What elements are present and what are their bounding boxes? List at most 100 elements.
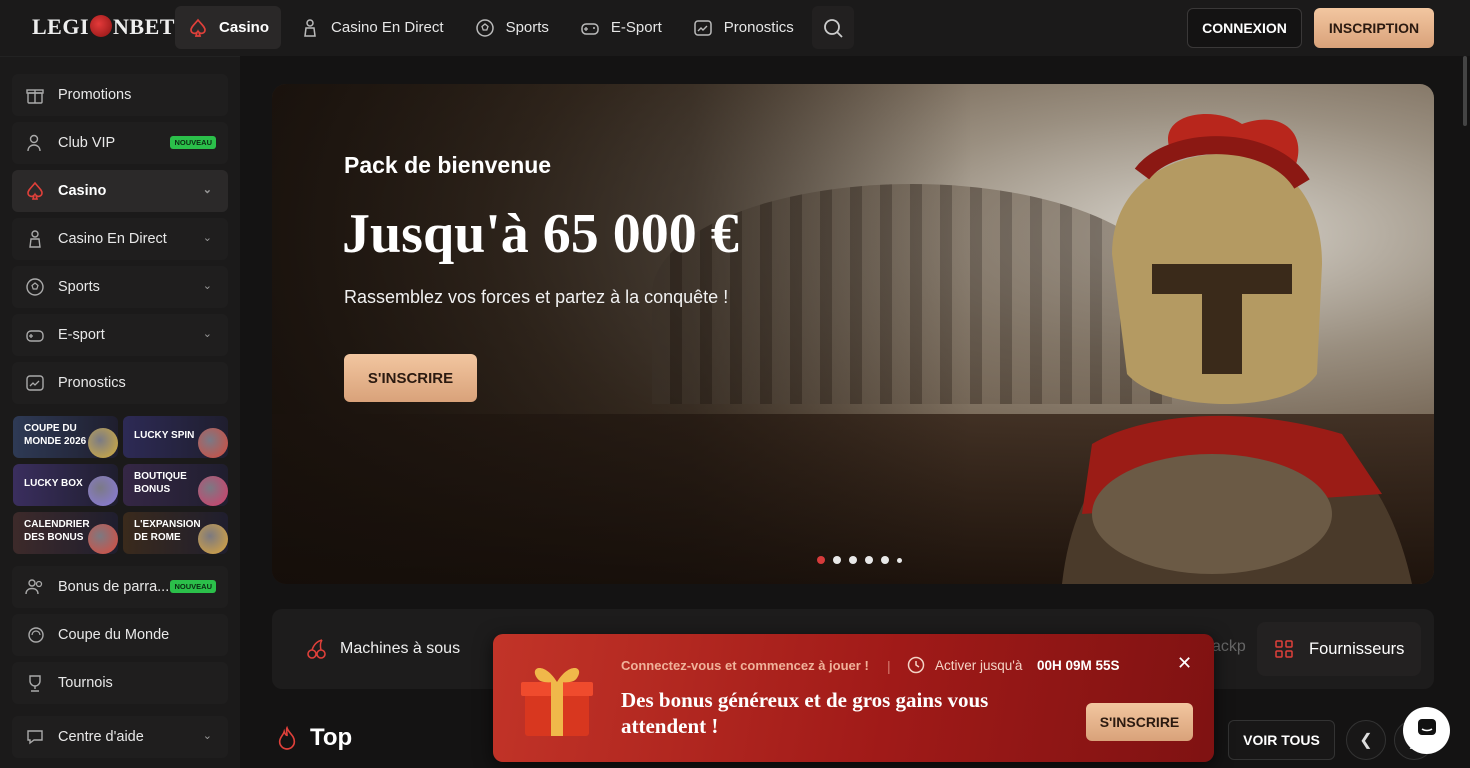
hero-subtitle: Pack de bienvenue <box>344 152 552 178</box>
sidebar-item-label: Tournois <box>58 675 113 691</box>
carousel-dot[interactable] <box>817 556 825 564</box>
sidebar-item-bonus-parrainage[interactable]: Bonus de parra... NOUVEAU <box>12 566 228 608</box>
dealer-icon <box>299 17 321 39</box>
sidebar-item-promotions[interactable]: Promotions <box>12 74 228 116</box>
sidebar-item-label: Casino En Direct <box>58 231 167 247</box>
tile-expansion-de-rome[interactable]: L'EXPANSION DE ROME <box>123 512 228 554</box>
new-badge: NOUVEAU <box>170 136 216 149</box>
nav-casino-en-direct[interactable]: Casino En Direct <box>287 6 456 49</box>
help-chat-icon <box>24 726 46 748</box>
search-icon <box>822 17 844 39</box>
gift-icon <box>24 84 46 106</box>
sidebar-item-label: Bonus de parra... <box>58 579 170 595</box>
gladiator-illustration <box>1062 114 1412 584</box>
nav-label: Casino <box>219 19 270 36</box>
sidebar-item-label: Promotions <box>58 87 132 103</box>
nav-label: Casino En Direct <box>331 19 444 36</box>
chat-button[interactable] <box>1403 707 1450 754</box>
soccer-ball-icon <box>474 17 496 39</box>
people-icon <box>24 576 46 598</box>
chat-icon <box>1415 716 1439 745</box>
sidebar-item-sports[interactable]: Sports ⌄ <box>12 266 228 308</box>
logo[interactable]: LEGI NBET <box>32 14 175 40</box>
sidebar-item-label: Casino <box>58 183 107 199</box>
sidebar-item-label: E-sport <box>58 327 105 343</box>
sidebar-item-club-vip[interactable]: Club VIP NOUVEAU <box>12 122 228 164</box>
gift-box-illustration <box>521 668 593 736</box>
section-title-text: Top <box>310 724 353 751</box>
promo-signup-button[interactable]: S'INSCRIRE <box>1086 703 1193 741</box>
spade-icon <box>187 17 209 39</box>
nav-casino[interactable]: Casino <box>175 6 282 49</box>
promo-timer: 00H 09M 55S <box>1037 658 1120 673</box>
sidebar-item-centre-d-aide[interactable]: Centre d'aide ⌄ <box>12 716 228 758</box>
chevron-down-icon: ⌄ <box>202 184 212 196</box>
carousel-dot[interactable] <box>897 557 902 563</box>
soccer-ball-icon <box>24 276 46 298</box>
tile-calendrier-des-bonus[interactable]: CALENDRIER DES BONUS <box>13 512 118 554</box>
promo-toast: Connectez-vous et commencez à jouer ! | … <box>493 634 1214 762</box>
see-all-button[interactable]: VOIR TOUS <box>1228 720 1335 760</box>
hero-signup-button[interactable]: S'INSCRIRE <box>344 354 477 402</box>
grid-icon <box>1273 638 1295 660</box>
carousel-dot[interactable] <box>865 556 873 564</box>
promo-timer-label: Activer jusqu'à <box>935 658 1023 673</box>
sidebar-item-label: Pronostics <box>58 375 126 391</box>
hero-banner[interactable]: Pack de bienvenue Jusqu'à 65 000 € Rasse… <box>272 84 1434 584</box>
sidebar-item-label: Sports <box>58 279 100 295</box>
tile-lucky-spin[interactable]: LUCKY SPIN <box>123 416 228 458</box>
chevron-down-icon: ⌄ <box>202 328 212 340</box>
main-nav: Casino Casino En Direct Sports E-Sport P… <box>175 6 854 49</box>
hero-title: Jusqu'à 65 000 € <box>342 203 739 265</box>
sidebar-item-tournois[interactable]: Tournois <box>12 662 228 704</box>
signup-button[interactable]: INSCRIPTION <box>1314 8 1434 48</box>
chevron-down-icon: ⌄ <box>202 280 212 292</box>
category-label: Machines à sous <box>340 640 461 657</box>
section-title: Top <box>276 724 352 752</box>
close-icon[interactable]: ✕ <box>1177 653 1192 674</box>
nav-label: Sports <box>505 19 549 36</box>
tile-lucky-box[interactable]: LUCKY BOX <box>13 464 118 506</box>
sidebar-item-pronostics[interactable]: Pronostics <box>12 362 228 404</box>
sidebar-item-casino[interactable]: Casino ⌄ <box>12 170 228 212</box>
tile-coupe-du-monde[interactable]: COUPE DU MONDE 2026 <box>13 416 118 458</box>
gamepad-icon <box>24 324 46 346</box>
sidebar-item-coupe-du-monde[interactable]: Coupe du Monde <box>12 614 228 656</box>
search-button[interactable] <box>811 6 854 49</box>
spade-icon <box>24 180 46 202</box>
nav-sports[interactable]: Sports <box>462 6 561 49</box>
legion-helmet-icon <box>90 15 113 37</box>
chart-icon <box>24 372 46 394</box>
wheel-art-icon <box>198 428 228 458</box>
scrollbar[interactable] <box>1463 56 1467 126</box>
box-art-icon <box>88 476 118 506</box>
sidebar-item-casino-en-direct[interactable]: Casino En Direct ⌄ <box>12 218 228 260</box>
top-bar: LEGI NBET Casino Casino En Direct Sports … <box>0 0 1470 56</box>
sidebar-item-label: Coupe du Monde <box>58 627 170 643</box>
category-partial-label: ackp <box>1212 638 1246 655</box>
login-button[interactable]: CONNEXION <box>1187 8 1302 48</box>
nav-pronostics[interactable]: Pronostics <box>680 6 806 49</box>
hero-description: Rassemblez vos forces et partez à la con… <box>344 287 729 307</box>
chevron-down-icon: ⌄ <box>202 730 212 742</box>
carousel-prev-button[interactable]: ❮ <box>1346 720 1386 760</box>
trophy-ball-icon <box>24 624 46 646</box>
category-fournisseurs[interactable]: Fournisseurs <box>1257 622 1421 676</box>
user-icon <box>24 132 46 154</box>
chevron-down-icon: ⌄ <box>202 232 212 244</box>
nav-esport[interactable]: E-Sport <box>567 6 674 49</box>
sidebar-item-esport[interactable]: E-sport ⌄ <box>12 314 228 356</box>
chevron-left-icon: ❮ <box>1359 732 1373 749</box>
promo-title: Des bonus généreux et de gros gains vous… <box>621 688 989 738</box>
trophy-art-icon <box>88 428 118 458</box>
category-machines-a-sous[interactable]: Machines à sous <box>306 632 460 666</box>
dealer-icon <box>24 228 46 250</box>
tile-boutique-bonus[interactable]: BOUTIQUE BONUS <box>123 464 228 506</box>
trophy-icon <box>24 672 46 694</box>
carousel-dot[interactable] <box>881 556 889 564</box>
promo-small-text: Connectez-vous et commencez à jouer ! <box>621 658 869 673</box>
carousel-dot[interactable] <box>833 556 841 564</box>
shopping-bag-art-icon <box>198 476 228 506</box>
carousel-dot[interactable] <box>849 556 857 564</box>
separator: | <box>887 658 891 674</box>
